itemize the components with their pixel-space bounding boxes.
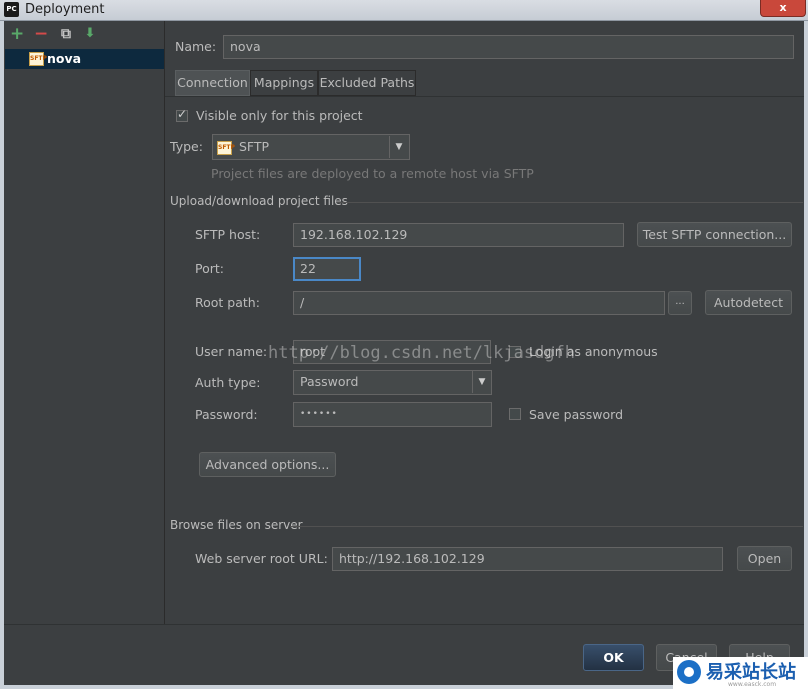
browse-section-divider xyxy=(290,526,803,527)
tab-connection[interactable]: Connection xyxy=(175,70,250,96)
window-title: Deployment xyxy=(25,2,105,17)
sftp-server-icon: SFTP xyxy=(29,52,47,66)
password-label: Password: xyxy=(195,407,258,422)
copy-icon[interactable]: ⧉ xyxy=(59,27,73,41)
server-list-item-label: nova xyxy=(47,51,82,66)
site-logo: 易采站长站 www.easck.com xyxy=(673,657,808,689)
title-bar xyxy=(0,0,808,21)
autodetect-button[interactable]: Autodetect xyxy=(705,290,792,315)
chevron-down-icon: ▼ xyxy=(389,136,408,158)
site-logo-subtext: www.easck.com xyxy=(728,681,777,688)
set-default-icon[interactable]: ⬇ xyxy=(83,27,97,41)
web-server-url-input[interactable]: http://192.168.102.129 xyxy=(332,547,723,571)
save-password-checkbox[interactable] xyxy=(509,408,521,420)
auth-type-select[interactable]: Password ▼ xyxy=(293,370,492,395)
site-logo-icon xyxy=(677,660,701,684)
auth-type-value: Password xyxy=(300,374,359,389)
footer-divider xyxy=(4,624,804,625)
type-value: SFTP xyxy=(238,139,270,154)
tab-mappings[interactable]: Mappings xyxy=(250,70,318,96)
name-label: Name: xyxy=(175,39,217,54)
advanced-options-button[interactable]: Advanced options... xyxy=(199,452,336,477)
browse-section-title: Browse files on server xyxy=(170,518,303,532)
checkmark-icon: ✓ xyxy=(177,107,188,121)
password-input[interactable]: •••••• xyxy=(293,402,492,427)
ok-button[interactable]: OK xyxy=(583,644,644,671)
root-path-label: Root path: xyxy=(195,295,260,310)
sftp-type-icon: SFTP xyxy=(217,140,235,155)
type-select[interactable]: SFTP SFTP ▼ xyxy=(212,134,410,160)
visible-only-label: Visible only for this project xyxy=(196,108,363,123)
save-password-label: Save password xyxy=(529,407,624,422)
server-list-panel xyxy=(4,21,165,624)
watermark-text: http://blog.csdn.net/lkjasdgfh xyxy=(268,343,576,363)
remove-icon[interactable]: − xyxy=(34,26,48,43)
close-button[interactable]: x xyxy=(760,0,806,17)
type-hint: Project files are deployed to a remote h… xyxy=(211,166,534,181)
tab-excluded-paths[interactable]: Excluded Paths xyxy=(318,70,416,96)
user-name-label: User name: xyxy=(195,344,268,359)
web-server-url-label: Web server root URL: xyxy=(195,551,328,566)
tab-separator xyxy=(165,96,804,97)
test-connection-button[interactable]: Test SFTP connection... xyxy=(637,222,792,247)
open-button[interactable]: Open xyxy=(737,546,792,571)
upload-section-divider xyxy=(337,202,803,203)
add-icon[interactable]: + xyxy=(10,26,24,43)
upload-section-title: Upload/download project files xyxy=(170,194,348,208)
browse-root-path-button[interactable]: ... xyxy=(668,291,692,315)
port-input[interactable]: 22 xyxy=(293,257,361,281)
name-input[interactable]: nova xyxy=(223,35,794,59)
auth-type-label: Auth type: xyxy=(195,375,261,390)
window-frame-right xyxy=(804,21,808,689)
server-list-item-nova[interactable]: SFTP nova xyxy=(5,49,164,69)
sftp-host-label: SFTP host: xyxy=(195,227,261,242)
sftp-host-input[interactable]: 192.168.102.129 xyxy=(293,223,624,247)
pycharm-app-icon: PC xyxy=(4,2,19,17)
chevron-down-icon: ▼ xyxy=(472,371,491,393)
visible-only-checkbox[interactable]: ✓ xyxy=(176,107,188,122)
port-label: Port: xyxy=(195,261,224,276)
type-label: Type: xyxy=(170,139,203,154)
root-path-input[interactable]: / xyxy=(293,291,665,315)
